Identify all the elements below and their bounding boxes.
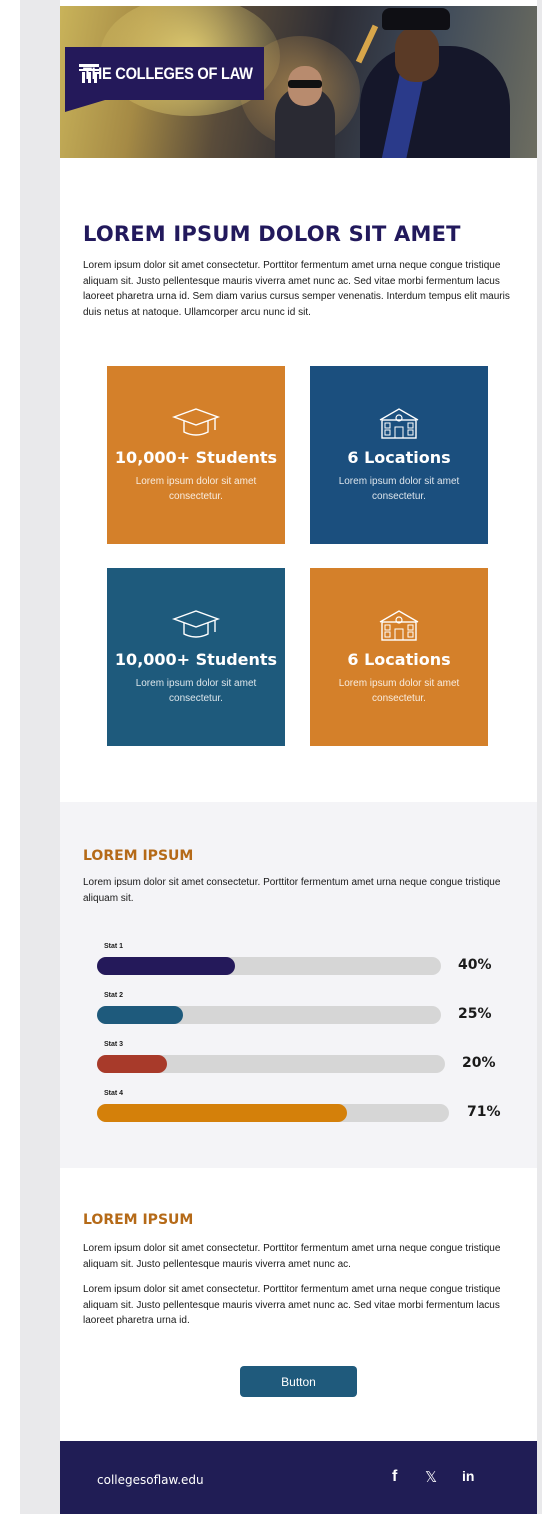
stat-tile-students: 10,000+ Students Lorem ipsum dolor sit a… <box>107 366 285 544</box>
building-icon <box>379 610 419 641</box>
x-icon[interactable]: 𝕏 <box>425 1468 437 1486</box>
stat-percent: 71% <box>467 1104 501 1120</box>
text-section-para-2: Lorem ipsum dolor sit amet consectetur. … <box>83 1284 501 1326</box>
intro-heading: LOREM IPSUM DOLOR SIT AMET <box>83 222 461 246</box>
stats-heading: LOREM IPSUM <box>83 848 194 864</box>
tile-title: 10,000+ Students <box>114 650 278 669</box>
stats-body: Lorem ipsum dolor sit amet consectetur. … <box>83 877 501 904</box>
tile-title: 6 Locations <box>347 448 451 467</box>
progress-track <box>97 1104 449 1122</box>
hero-image: THE COLLEGES OF LAW <box>60 6 537 158</box>
email-body: THE COLLEGES OF LAW LOREM IPSUM DOLOR SI… <box>60 0 537 1514</box>
text-section-para-1: Lorem ipsum dolor sit amet consectetur. … <box>83 1243 501 1270</box>
footer-website-link[interactable]: collegesoflaw.edu <box>97 1473 204 1487</box>
tile-title: 6 Locations <box>347 650 451 669</box>
brand-logo-text: THE COLLEGES OF LAW <box>83 63 253 83</box>
stat-label: Stat 3 <box>104 1041 124 1048</box>
graduation-cap-icon <box>171 408 221 436</box>
progress-fill <box>97 1104 347 1122</box>
stat-label: Stat 2 <box>104 992 124 999</box>
tile-title: 10,000+ Students <box>114 448 278 467</box>
progress-fill <box>97 1006 183 1024</box>
right-rail <box>537 0 542 1514</box>
stat-percent: 40% <box>458 957 492 973</box>
stat-tile-students: 10,000+ Students Lorem ipsum dolor sit a… <box>107 568 285 746</box>
intro-body: Lorem ipsum dolor sit amet consectetur. … <box>83 260 510 318</box>
progress-fill <box>97 1055 167 1073</box>
brand-logo[interactable]: THE COLLEGES OF LAW <box>65 47 264 100</box>
footer: collegesoflaw.edu f 𝕏 in <box>60 1441 537 1514</box>
building-icon <box>379 408 419 439</box>
stat-tile-locations: 6 Locations Lorem ipsum dolor sit amet c… <box>310 568 488 746</box>
progress-track <box>97 1006 441 1024</box>
progress-track <box>97 1055 445 1073</box>
linkedin-icon[interactable]: in <box>462 1468 474 1484</box>
stat-percent: 20% <box>462 1055 496 1071</box>
tile-desc: Lorem ipsum dolor sit amet consectetur. <box>338 678 460 704</box>
facebook-icon[interactable]: f <box>392 1468 397 1486</box>
text-section-heading: LOREM IPSUM <box>83 1212 194 1228</box>
stats-section: LOREM IPSUM Lorem ipsum dolor sit amet c… <box>60 802 537 1168</box>
graduation-cap-icon <box>171 610 221 638</box>
tile-desc: Lorem ipsum dolor sit amet consectetur. <box>338 476 460 502</box>
stat-tile-locations: 6 Locations Lorem ipsum dolor sit amet c… <box>310 366 488 544</box>
tile-desc: Lorem ipsum dolor sit amet consectetur. <box>135 476 257 502</box>
left-rail <box>20 0 60 1514</box>
stat-label: Stat 1 <box>104 943 124 950</box>
tile-desc: Lorem ipsum dolor sit amet consectetur. <box>135 678 257 704</box>
stat-percent: 25% <box>458 1006 492 1022</box>
stat-label: Stat 4 <box>104 1090 124 1097</box>
progress-track <box>97 957 441 975</box>
progress-fill <box>97 957 235 975</box>
cta-button[interactable]: Button <box>240 1366 357 1397</box>
left-gutter <box>0 0 20 1514</box>
